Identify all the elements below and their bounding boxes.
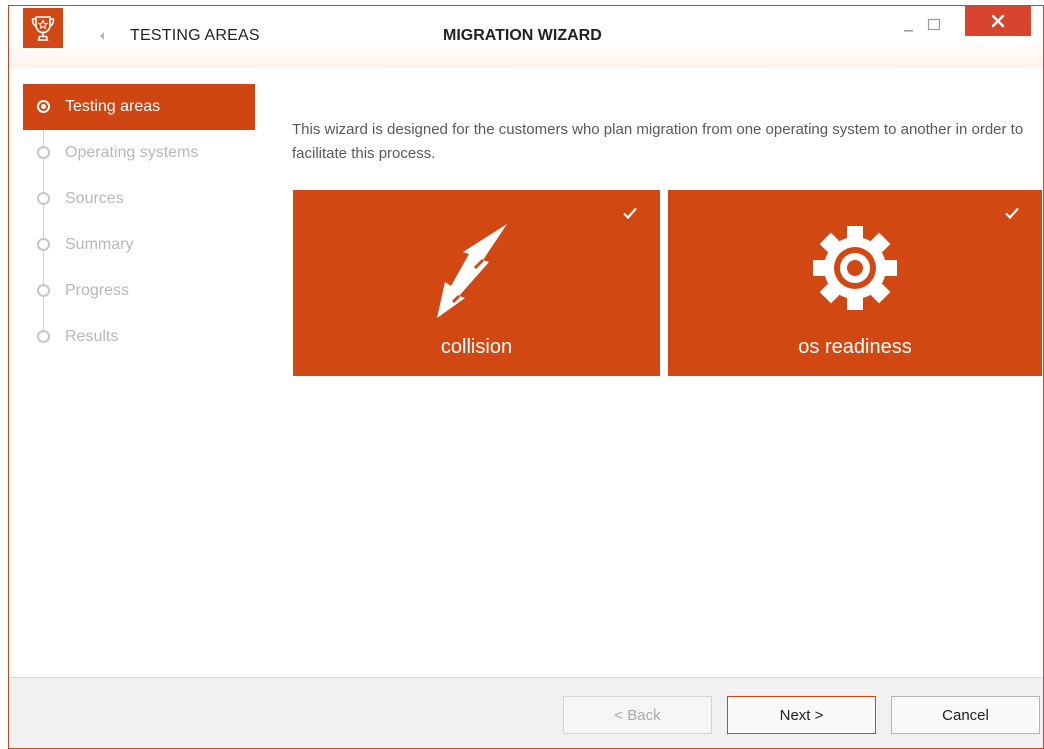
- step-testing-areas[interactable]: Testing areas: [23, 84, 255, 130]
- minimize-icon[interactable]: [903, 21, 915, 33]
- step-label: Results: [65, 328, 119, 345]
- tile-collision[interactable]: collision: [293, 190, 660, 376]
- lightning-icon: [437, 224, 507, 318]
- wizard-steps: Testing areas Operating systems Sources …: [23, 84, 257, 364]
- back-button[interactable]: < Back: [563, 696, 712, 734]
- back-arrow-icon[interactable]: [97, 28, 107, 44]
- checkmark-icon: [1005, 207, 1019, 220]
- step-label: Sources: [65, 190, 124, 207]
- maximize-icon[interactable]: [927, 18, 942, 32]
- step-label: Progress: [65, 282, 130, 299]
- step-summary[interactable]: Summary: [23, 222, 255, 268]
- trophy-icon: [23, 8, 63, 48]
- step-dot-icon: [37, 192, 50, 205]
- cancel-button[interactable]: Cancel: [891, 696, 1040, 734]
- section-title: TESTING AREAS: [130, 27, 260, 44]
- close-icon: [991, 14, 1005, 28]
- wizard-description: This wizard is designed for the customer…: [292, 121, 1024, 162]
- tile-label: os readiness: [798, 336, 912, 358]
- gear-icon: [813, 226, 897, 310]
- step-label: Operating systems: [65, 144, 199, 161]
- step-dot-icon: [37, 146, 50, 159]
- tile-os-readiness[interactable]: os readiness: [668, 190, 1042, 376]
- tile-label: collision: [440, 336, 513, 358]
- title-bar: TESTING AREAS MIGRATION WIZARD: [9, 6, 1043, 68]
- step-operating-systems[interactable]: Operating systems: [23, 130, 255, 176]
- next-button[interactable]: Next >: [727, 696, 876, 734]
- step-sources[interactable]: Sources: [23, 176, 255, 222]
- wizard-window: TESTING AREAS MIGRATION WIZARD Testing a…: [8, 5, 1044, 749]
- step-dot-icon: [37, 238, 50, 251]
- checkmark-icon: [623, 207, 637, 220]
- step-active-dot-icon: [37, 100, 50, 113]
- step-results[interactable]: Results: [23, 314, 255, 360]
- step-dot-icon: [37, 330, 50, 343]
- wizard-footer: < Back Next > Cancel: [9, 677, 1043, 748]
- window-title: MIGRATION WIZARD: [443, 27, 602, 44]
- step-label: Summary: [65, 236, 134, 253]
- step-dot-icon: [37, 284, 50, 297]
- step-progress[interactable]: Progress: [23, 268, 255, 314]
- step-label: Testing areas: [65, 98, 161, 115]
- close-button[interactable]: [965, 6, 1031, 36]
